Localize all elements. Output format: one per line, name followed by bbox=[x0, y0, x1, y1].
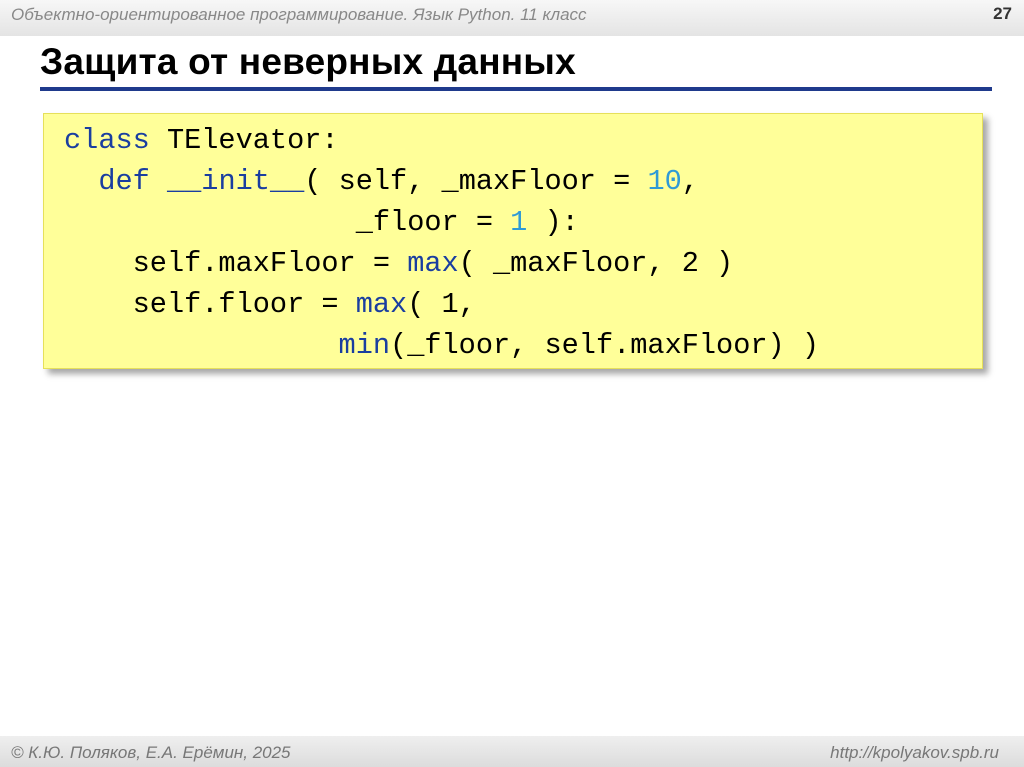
code-line-3: _floor = 1 ): bbox=[64, 203, 579, 243]
code-function: max bbox=[355, 288, 408, 321]
code-text: ( self, _maxFloor = bbox=[304, 165, 648, 198]
code-line-6: min(_floor, self.maxFloor) ) bbox=[64, 326, 819, 366]
code-keyword: def bbox=[98, 165, 150, 198]
footer-url: http://kpolyakov.spb.ru bbox=[830, 743, 999, 762]
code-keyword: class bbox=[64, 124, 150, 157]
code-text: ): bbox=[527, 206, 579, 239]
code-text: _floor = bbox=[355, 206, 511, 239]
code-text: self.floor = bbox=[132, 288, 356, 321]
code-text: self.maxFloor = bbox=[132, 247, 408, 280]
code-line-2: def __init__( self, _maxFloor = 10, bbox=[64, 162, 699, 202]
code-text: TElevator: bbox=[149, 124, 339, 157]
code-text: , bbox=[681, 165, 699, 198]
code-number: 10 bbox=[647, 165, 682, 198]
footer-authors: © К.Ю. Поляков, Е.А. Ерёмин, 2025 bbox=[11, 743, 291, 762]
code-function: max bbox=[407, 247, 459, 280]
code-text: ( 1, bbox=[407, 288, 476, 321]
code-text: (_floor, self.maxFloor) ) bbox=[390, 329, 820, 362]
code-line-1: class TElevator: bbox=[64, 121, 339, 161]
code-block: class TElevator: def __init__( self, _ma… bbox=[43, 113, 983, 369]
slide-title: Защита от неверных данных bbox=[40, 41, 576, 82]
course-header: Объектно-ориентированное программировани… bbox=[11, 5, 587, 24]
code-text: ( _maxFloor, 2 ) bbox=[458, 247, 734, 280]
page-number: 27 bbox=[993, 4, 1012, 23]
code-function: __init__ bbox=[166, 165, 305, 198]
code-number: 1 bbox=[510, 206, 528, 239]
code-function: min bbox=[338, 329, 391, 362]
code-line-4: self.maxFloor = max( _maxFloor, 2 ) bbox=[64, 244, 734, 284]
title-underline bbox=[40, 87, 992, 91]
code-line-5: self.floor = max( 1, bbox=[64, 285, 476, 325]
